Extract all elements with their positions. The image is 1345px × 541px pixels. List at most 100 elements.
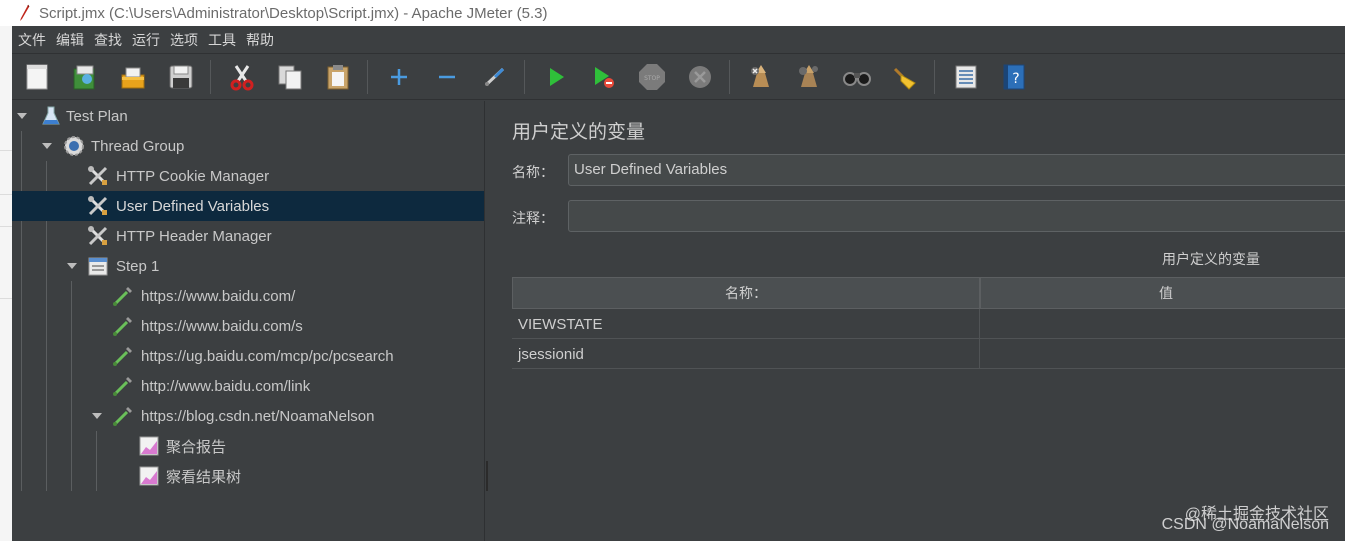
tree-item-label: https://www.baidu.com/ bbox=[141, 287, 296, 305]
toggle-icon[interactable] bbox=[480, 62, 510, 92]
start-no-pauses-icon[interactable] bbox=[589, 62, 619, 92]
chart-icon bbox=[138, 435, 160, 457]
config-panel: 用户定义的变量 名称： User Defined Variables 注释： 用… bbox=[498, 101, 1345, 541]
name-label: 名称： bbox=[512, 165, 554, 181]
tree-item-aggregate-report[interactable]: 聚合报告 bbox=[12, 431, 484, 461]
table-row[interactable]: VIEWSTATE bbox=[512, 309, 1345, 339]
open-icon[interactable] bbox=[118, 62, 148, 92]
tree-item-view-results-tree[interactable]: 察看结果树 bbox=[12, 461, 484, 491]
flask-icon bbox=[40, 105, 62, 127]
variable-name-cell[interactable]: jsessionid bbox=[512, 339, 980, 369]
collapse-icon[interactable] bbox=[432, 62, 462, 92]
svg-text:?: ? bbox=[1012, 71, 1019, 87]
start-icon[interactable] bbox=[541, 62, 571, 92]
watermark-line-2: CSDN @NoamaNelson bbox=[1161, 516, 1329, 533]
tree-item-step-1[interactable]: Step 1 bbox=[12, 251, 484, 281]
tree-item-http-cookie-manager[interactable]: HTTP Cookie Manager bbox=[12, 161, 484, 191]
new-icon[interactable] bbox=[22, 62, 52, 92]
controller-icon bbox=[87, 255, 109, 277]
svg-text:STOP: STOP bbox=[644, 75, 660, 82]
chevron-down-icon[interactable] bbox=[92, 411, 102, 421]
copy-icon[interactable] bbox=[275, 62, 305, 92]
toolbar: STOP ? bbox=[12, 54, 1345, 100]
pipette-icon bbox=[112, 285, 134, 307]
chevron-down-icon[interactable] bbox=[17, 111, 27, 121]
table-row[interactable]: jsessionid bbox=[512, 339, 1345, 369]
column-header-value[interactable]: 值 bbox=[980, 277, 1345, 309]
menu-help[interactable]: 帮助 bbox=[245, 28, 275, 52]
tree-item-label: User Defined Variables bbox=[116, 197, 270, 215]
chevron-down-icon[interactable] bbox=[67, 261, 77, 271]
background-strip bbox=[0, 26, 12, 541]
tree-item-label: Step 1 bbox=[116, 257, 160, 275]
function-helper-icon[interactable] bbox=[951, 62, 981, 92]
comment-field[interactable] bbox=[568, 200, 1345, 232]
tree-item-http-request[interactable]: https://www.baidu.com/ bbox=[12, 281, 484, 311]
tree-item-label: 察看结果树 bbox=[166, 468, 242, 486]
tree-item-http-request[interactable]: https://ug.baidu.com/mcp/pc/pcsearch bbox=[12, 341, 484, 371]
toolbar-separator bbox=[729, 59, 730, 94]
templates-icon[interactable] bbox=[70, 62, 100, 92]
window-title: Script.jmx (C:\Users\Administrator\Deskt… bbox=[39, 4, 548, 22]
variable-value-cell[interactable] bbox=[980, 309, 1345, 339]
menu-run[interactable]: 运行 bbox=[131, 28, 161, 52]
panel-splitter[interactable] bbox=[484, 101, 498, 541]
variable-name-cell[interactable]: VIEWSTATE bbox=[512, 309, 980, 339]
menu-edit[interactable]: 编辑 bbox=[55, 28, 85, 52]
jmeter-feather-icon bbox=[17, 4, 31, 22]
toolbar-separator bbox=[210, 59, 211, 94]
menu-bar: 文件 编辑 查找 运行 选项 工具 帮助 bbox=[12, 26, 1345, 54]
tree-item-http-request[interactable]: https://www.baidu.com/s bbox=[12, 311, 484, 341]
toolbar-separator bbox=[367, 59, 368, 94]
toolbar-separator bbox=[934, 59, 935, 94]
table-header: 名称： 值 bbox=[512, 277, 1345, 309]
save-icon[interactable] bbox=[166, 62, 196, 92]
clear-all-icon[interactable] bbox=[794, 62, 824, 92]
tree-item-label: Test Plan bbox=[66, 107, 128, 125]
tools-icon bbox=[87, 225, 109, 247]
tree-item-label: 聚合报告 bbox=[166, 438, 227, 456]
gear-icon bbox=[63, 135, 85, 157]
search-icon[interactable] bbox=[842, 62, 872, 92]
tree-item-test-plan[interactable]: Test Plan bbox=[12, 101, 484, 131]
tree-item-http-request[interactable]: http://www.baidu.com/link bbox=[12, 371, 484, 401]
variable-value-cell[interactable] bbox=[980, 339, 1345, 369]
jmeter-window: 文件 编辑 查找 运行 选项 工具 帮助 STOP ? Test Plan Th… bbox=[12, 26, 1345, 541]
help-icon[interactable]: ? bbox=[999, 62, 1029, 92]
pipette-icon bbox=[112, 375, 134, 397]
paste-icon[interactable] bbox=[323, 62, 353, 92]
test-plan-tree[interactable]: Test Plan Thread Group HTTP Cookie Manag… bbox=[12, 101, 484, 541]
clear-icon[interactable] bbox=[746, 62, 776, 92]
tree-item-label: https://blog.csdn.net/NoamaNelson bbox=[141, 407, 375, 425]
comment-label: 注释： bbox=[512, 211, 554, 227]
menu-file[interactable]: 文件 bbox=[17, 28, 47, 52]
tools-icon bbox=[87, 195, 109, 217]
tree-item-http-header-manager[interactable]: HTTP Header Manager bbox=[12, 221, 484, 251]
tree-item-label: HTTP Header Manager bbox=[116, 227, 272, 245]
column-header-name[interactable]: 名称： bbox=[512, 277, 980, 309]
menu-options[interactable]: 选项 bbox=[169, 28, 199, 52]
stop-icon[interactable]: STOP bbox=[637, 62, 667, 92]
tree-item-label: https://www.baidu.com/s bbox=[141, 317, 303, 335]
tools-icon bbox=[87, 165, 109, 187]
table-caption: 用户定义的变量 bbox=[1162, 252, 1260, 268]
menu-tools[interactable]: 工具 bbox=[207, 28, 237, 52]
tree-item-user-defined-variables[interactable]: User Defined Variables bbox=[12, 191, 484, 221]
splitter-grip[interactable] bbox=[486, 461, 488, 491]
tree-item-label: https://ug.baidu.com/mcp/pc/pcsearch bbox=[141, 347, 394, 365]
panel-title: 用户定义的变量 bbox=[512, 121, 646, 143]
tree-item-label: Thread Group bbox=[91, 137, 185, 155]
expand-icon[interactable] bbox=[384, 62, 414, 92]
tree-item-http-request[interactable]: https://blog.csdn.net/NoamaNelson bbox=[12, 401, 484, 431]
tree-item-thread-group[interactable]: Thread Group bbox=[12, 131, 484, 161]
shutdown-icon[interactable] bbox=[685, 62, 715, 92]
tree-item-label: HTTP Cookie Manager bbox=[116, 167, 270, 185]
menu-search[interactable]: 查找 bbox=[93, 28, 123, 52]
name-field[interactable]: User Defined Variables bbox=[568, 154, 1345, 186]
reset-search-icon[interactable] bbox=[890, 62, 920, 92]
tree-item-label: http://www.baidu.com/link bbox=[141, 377, 311, 395]
toolbar-separator bbox=[524, 59, 525, 94]
pipette-icon bbox=[112, 405, 134, 427]
chevron-down-icon[interactable] bbox=[42, 141, 52, 151]
cut-icon[interactable] bbox=[227, 62, 257, 92]
